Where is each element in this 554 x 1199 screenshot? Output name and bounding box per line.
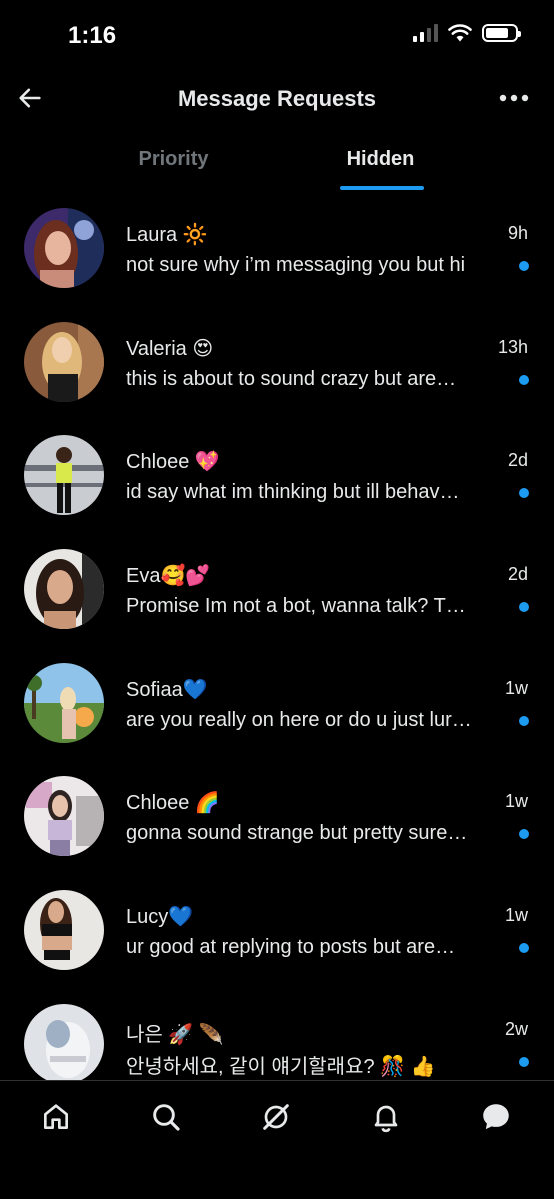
- bottom-nav: [0, 1080, 554, 1199]
- list-item[interactable]: Lucy💙 1w ur good at replying to posts bu…: [0, 878, 554, 992]
- sender-name: Valeria 😍: [126, 337, 214, 360]
- header: Message Requests: [0, 72, 554, 128]
- tabs: Priority Hidden: [0, 136, 554, 194]
- message-preview: this is about to sound crazy but are…: [126, 367, 457, 390]
- unread-indicator: [519, 261, 529, 271]
- unread-indicator: [519, 602, 529, 613]
- status-bar: 1:16: [0, 0, 554, 72]
- unread-indicator: [519, 829, 529, 840]
- list-item[interactable]: Chloee 🌈 1w gonna sound strange but pret…: [0, 764, 554, 878]
- timestamp: 1w: [504, 677, 528, 698]
- nav-home[interactable]: [36, 1097, 76, 1137]
- sender-name: Chloee 🌈: [126, 792, 220, 815]
- nav-search[interactable]: [146, 1097, 186, 1137]
- message-preview: ur good at replying to posts but are…: [126, 936, 456, 959]
- avatar: [24, 208, 104, 288]
- sender-name: Sofiaa💙: [126, 678, 208, 701]
- sender-name: Laura 🔆: [126, 224, 208, 246]
- tab-priority[interactable]: Priority: [0, 136, 277, 194]
- timestamp: 9h: [507, 223, 528, 243]
- unread-indicator: [519, 1056, 529, 1067]
- messages-icon: [483, 1104, 509, 1130]
- message-preview: 안녕하세요, 같이 얘기할래요? 🎊 👍: [126, 1055, 436, 1078]
- message-preview: id say what im thinking but ill behav…: [126, 481, 460, 504]
- timestamp: 1w: [504, 905, 528, 926]
- avatar: [24, 1003, 104, 1084]
- sender-name: Eva🥰💕: [126, 565, 211, 588]
- list-item[interactable]: Valeria 😍 13h this is about to sound cra…: [0, 310, 554, 424]
- list-item[interactable]: Chloee 💖 2d id say what im thinking but …: [0, 423, 554, 537]
- nav-messages[interactable]: [476, 1097, 516, 1137]
- unread-indicator: [519, 374, 529, 385]
- home-icon: [44, 1104, 68, 1129]
- message-request-list: Laura 🔆 9h not sure why i’m messaging yo…: [0, 196, 554, 1106]
- more-dots-icon: [499, 94, 529, 102]
- bell-icon: [374, 1105, 398, 1133]
- sender-name: Chloee 💖: [126, 451, 220, 474]
- search-icon: [153, 1104, 180, 1131]
- timestamp: 2w: [504, 1018, 528, 1039]
- message-preview: are you really on here or do u just lur…: [126, 708, 472, 731]
- avatar: [24, 776, 104, 857]
- page-title: Message Requests: [177, 86, 377, 111]
- list-item[interactable]: Laura 🔆 9h not sure why i’m messaging yo…: [0, 196, 554, 310]
- list-item[interactable]: Eva🥰💕 2d Promise Im not a bot, wanna tal…: [0, 537, 554, 651]
- signal-icon: [413, 24, 438, 42]
- message-preview: not sure why i’m messaging you but hi: [126, 254, 466, 276]
- battery-icon: [482, 24, 521, 42]
- avatar: [24, 890, 104, 971]
- nav-notifications[interactable]: [366, 1097, 406, 1137]
- wifi-icon: [448, 24, 472, 42]
- timestamp: 2d: [507, 564, 528, 585]
- avatar: [24, 435, 104, 516]
- status-icons: [413, 24, 521, 42]
- message-preview: Promise Im not a bot, wanna talk? T…: [126, 595, 466, 618]
- more-options-button[interactable]: [496, 84, 532, 112]
- timestamp: 2d: [507, 450, 528, 471]
- unread-indicator: [519, 715, 529, 726]
- avatar: [24, 321, 104, 402]
- avatar: [24, 662, 104, 743]
- sender-name: 나은 🚀 🪶: [126, 1023, 224, 1046]
- grok-icon: [263, 1104, 289, 1130]
- list-item[interactable]: Sofiaa💙 1w are you really on here or do …: [0, 651, 554, 765]
- unread-indicator: [519, 943, 529, 954]
- sender-name: Lucy💙: [126, 906, 194, 929]
- timestamp: 1w: [504, 791, 528, 812]
- avatar: [24, 549, 104, 630]
- status-time: 1:16: [68, 22, 117, 49]
- message-preview: gonna sound strange but pretty sure…: [126, 822, 468, 845]
- unread-indicator: [519, 488, 529, 499]
- active-tab-indicator: [340, 186, 424, 190]
- timestamp: 13h: [497, 336, 528, 357]
- nav-grok[interactable]: [256, 1097, 296, 1137]
